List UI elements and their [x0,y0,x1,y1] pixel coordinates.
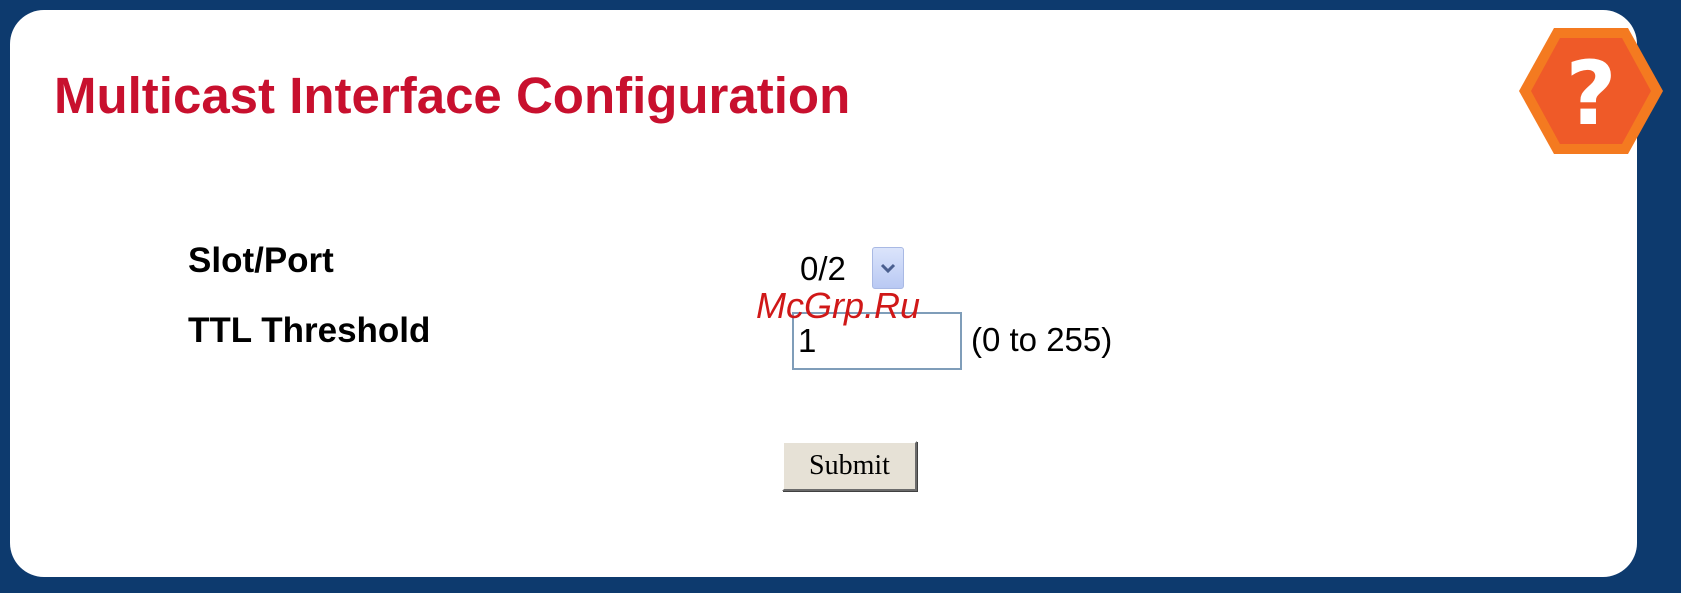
help-icon[interactable]: ? [1518,26,1664,156]
watermark: McGrp.Ru [756,285,921,326]
slot-port-label: Slot/Port [188,241,334,280]
page-title: Multicast Interface Configuration [54,67,851,124]
submit-button[interactable]: Submit [782,441,917,491]
help-glyph: ? [1565,42,1616,145]
content-panel: Multicast Interface Configuration ? Slot… [10,10,1663,577]
ttl-threshold-label: TTL Threshold [188,311,431,350]
ttl-range-hint: (0 to 255) [971,321,1113,358]
slot-port-select[interactable]: 0/2 [800,246,904,290]
slot-port-selected-value: 0/2 [800,249,846,287]
chevron-down-icon[interactable] [871,247,904,289]
